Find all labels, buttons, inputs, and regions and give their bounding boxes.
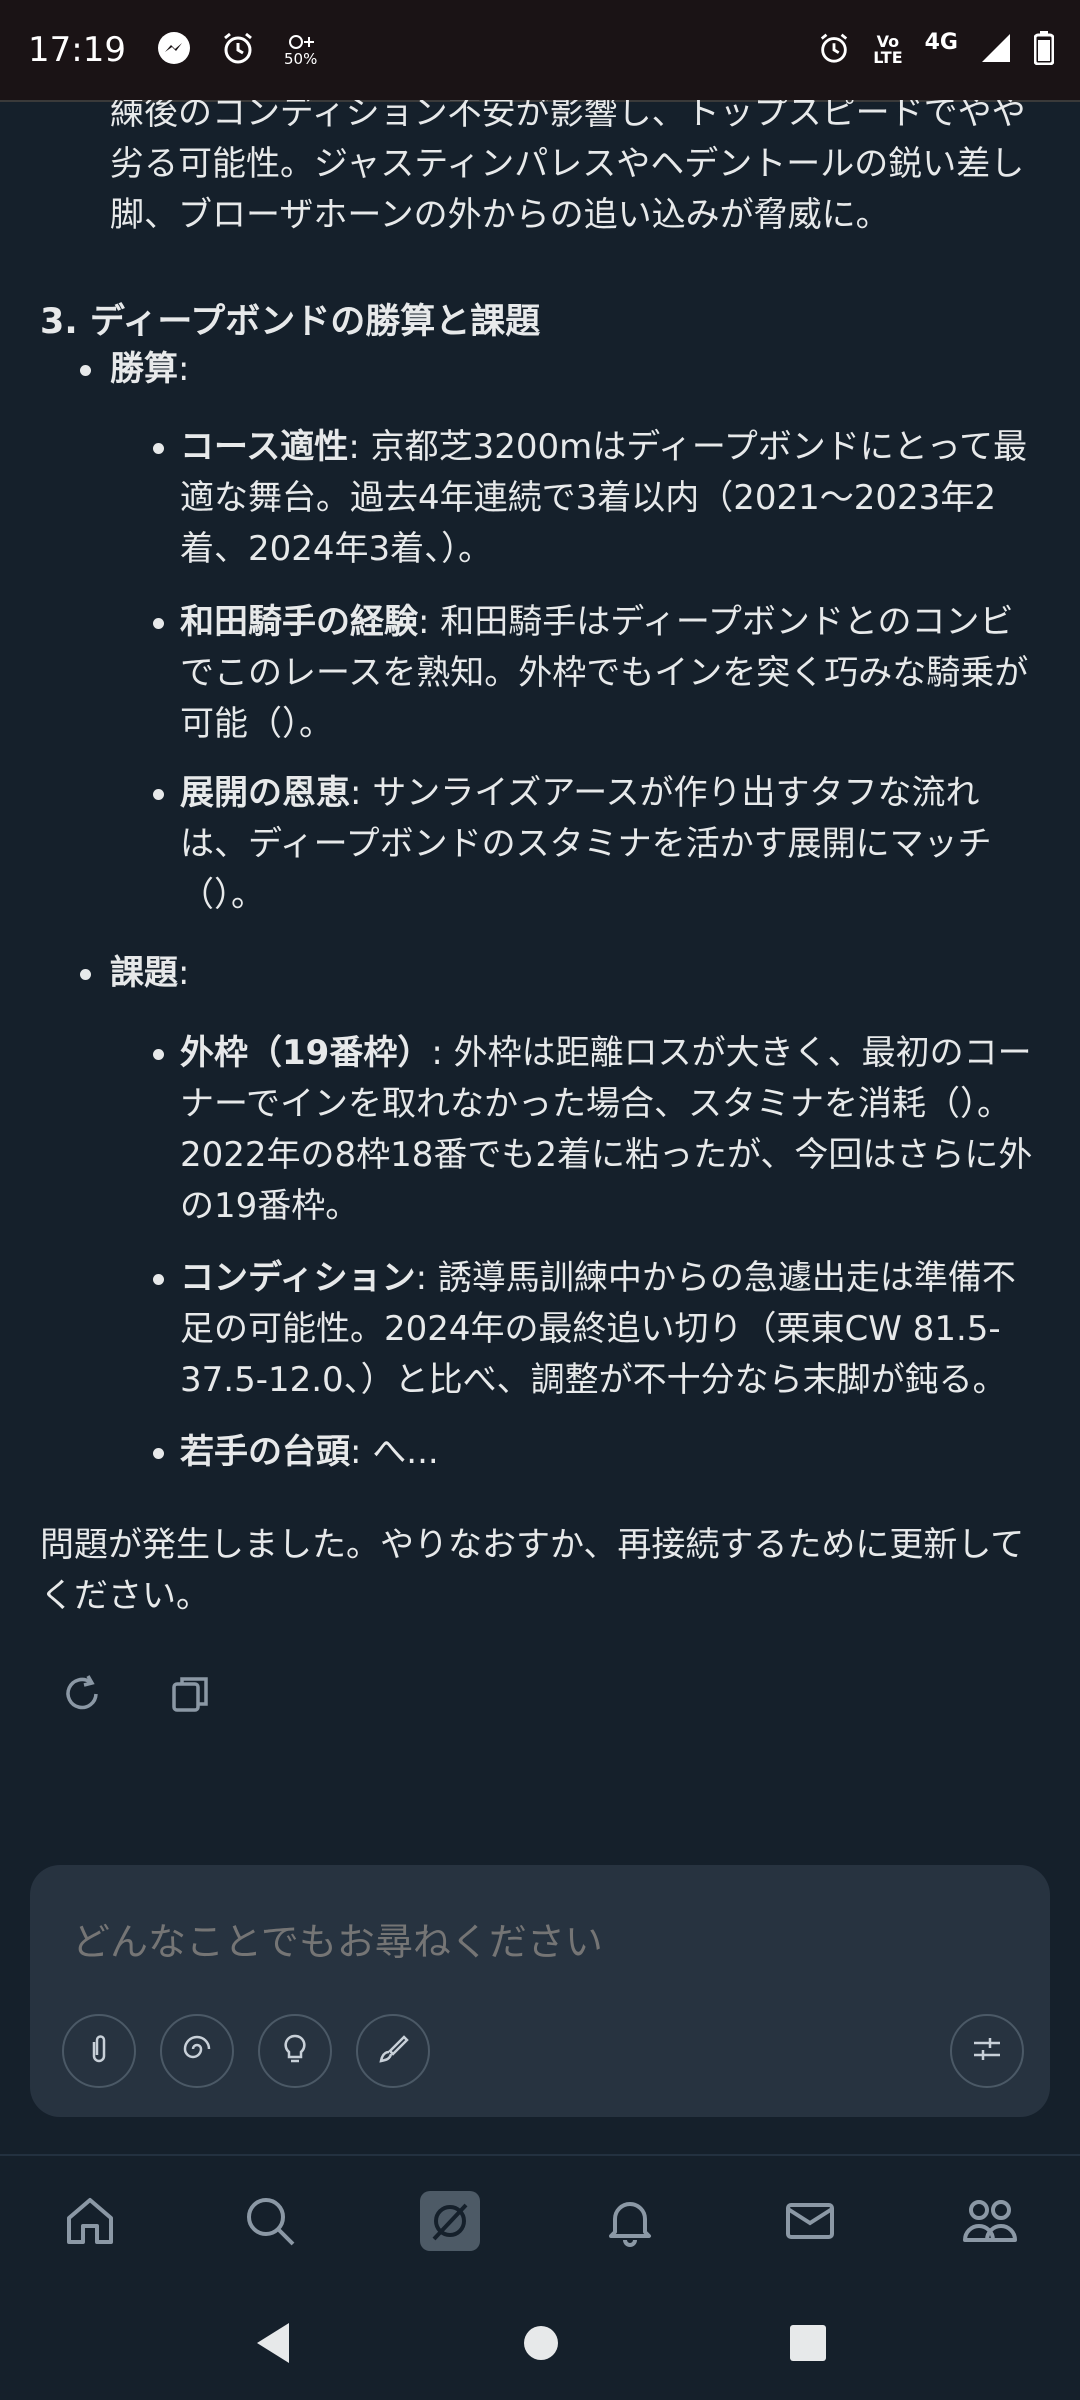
continued-paragraph: 練後のコンディション不安が影響し、トップスピードでやや劣る可能性。ジャスティンパ… bbox=[110, 100, 1026, 235]
item-title: 若手の台頭 bbox=[180, 1432, 350, 1472]
alarm-icon bbox=[817, 31, 851, 69]
brush-icon bbox=[376, 2032, 410, 2070]
issues-heading: 課題: bbox=[80, 948, 189, 999]
item-title: 和田騎手の経験 bbox=[180, 602, 418, 642]
chat-content[interactable]: 練後のコンディション不安が影響し、トップスピードでやや劣る可能性。ジャスティンパ… bbox=[0, 100, 1080, 1830]
regenerate-icon[interactable] bbox=[58, 1670, 106, 1718]
item-title: 外枠（19番枠） bbox=[180, 1033, 432, 1073]
volte-icon: Vo LTE bbox=[873, 32, 903, 67]
home-icon[interactable] bbox=[50, 2181, 130, 2261]
search-icon[interactable] bbox=[230, 2181, 310, 2261]
list-item: 外枠（19番枠）: 外枠は距離ロスが大きく、最初のコーナーでインを取れなかった場… bbox=[153, 1028, 1040, 1232]
strengths-heading: 勝算: bbox=[80, 344, 189, 395]
list-item: 展開の恩恵: サンライズアースが作り出すタフな流れは、ディープボンドのスタミナを… bbox=[153, 768, 1040, 921]
error-message: 問題が発生しました。やりなおすか、再接続するために更新してください。 bbox=[40, 1525, 1025, 1616]
messenger-icon bbox=[156, 30, 192, 70]
status-bar: 17:19 50% Vo LTE 4G bbox=[0, 0, 1080, 102]
status-time: 17:19 bbox=[28, 30, 126, 70]
sliders-icon bbox=[970, 2032, 1004, 2070]
composer bbox=[30, 1865, 1050, 2117]
back-icon[interactable] bbox=[253, 2321, 293, 2369]
item-text: : へ... bbox=[350, 1432, 439, 1472]
system-nav bbox=[0, 2290, 1080, 2400]
lightbulb-icon bbox=[278, 2032, 312, 2070]
item-title: 展開の恩恵 bbox=[180, 773, 350, 813]
communities-icon[interactable] bbox=[950, 2181, 1030, 2261]
message-actions bbox=[58, 1670, 214, 1718]
recents-icon[interactable] bbox=[789, 2324, 827, 2366]
item-title: コース適性 bbox=[180, 427, 349, 467]
list-item: 若手の台頭: へ... bbox=[153, 1427, 1040, 1478]
settings-button[interactable] bbox=[950, 2014, 1024, 2088]
network-type: 4G bbox=[924, 29, 958, 55]
paperclip-icon bbox=[82, 2032, 116, 2070]
signal-icon bbox=[980, 32, 1012, 68]
copy-icon[interactable] bbox=[166, 1670, 214, 1718]
deep-search-button[interactable] bbox=[160, 2014, 234, 2088]
list-item: コンディション: 誘導馬訓練中からの急遽出走は準備不足の可能性。2024年の最終… bbox=[153, 1253, 1040, 1406]
battery-icon bbox=[1033, 31, 1055, 69]
mail-icon[interactable] bbox=[770, 2181, 850, 2261]
attach-button[interactable] bbox=[62, 2014, 136, 2088]
prompt-input[interactable] bbox=[70, 1911, 974, 1973]
section-title: 3. ディープボンドの勝算と課題 bbox=[40, 302, 541, 342]
list-item: 和田騎手の経験: 和田騎手はディープボンドとのコンビでこのレースを熟知。外枠でも… bbox=[153, 597, 1040, 750]
think-button[interactable] bbox=[258, 2014, 332, 2088]
alarm-icon bbox=[220, 30, 256, 70]
data-saver-label: 50% bbox=[283, 50, 318, 68]
bell-icon[interactable] bbox=[590, 2181, 670, 2261]
draw-button[interactable] bbox=[356, 2014, 430, 2088]
home-button-icon[interactable] bbox=[523, 2325, 559, 2365]
grok-icon[interactable] bbox=[410, 2181, 490, 2261]
swirl-icon bbox=[179, 2031, 215, 2071]
list-item: コース適性: 京都芝3200mはディープボンドにとって最適な舞台。過去4年連続で… bbox=[153, 422, 1040, 575]
bottom-nav bbox=[0, 2154, 1080, 2286]
data-saver-icon: 50% bbox=[284, 33, 317, 67]
item-title: コンディション bbox=[180, 1258, 416, 1298]
